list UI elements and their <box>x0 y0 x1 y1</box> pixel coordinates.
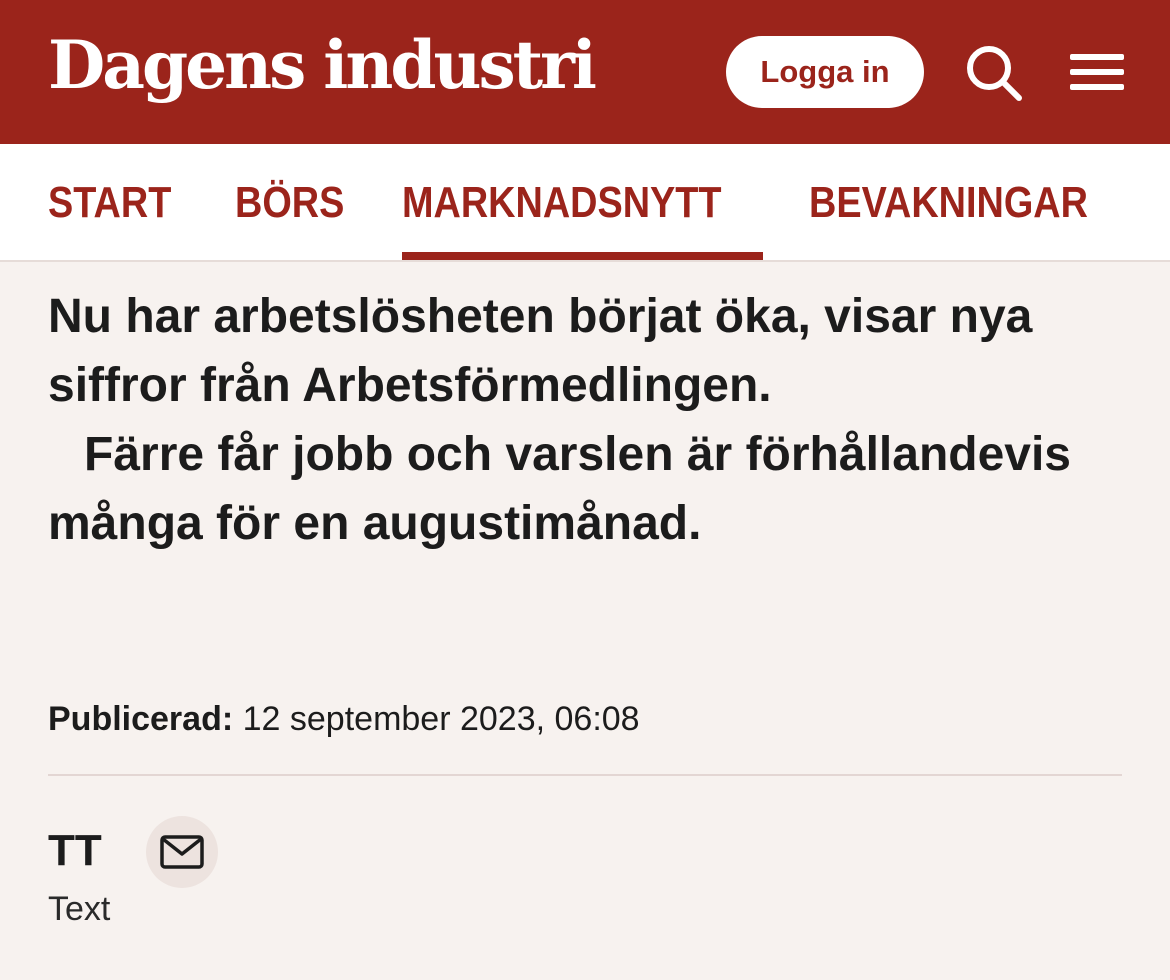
site-header: Dagens industri Logga in <box>0 0 1170 144</box>
headline-part-2: Färre får jobb och varslen är förhålland… <box>48 428 1071 550</box>
article-headline: Nu har arbetslösheten börjat öka, visar … <box>48 282 1128 558</box>
publish-info: Publicerad: 12 september 2023, 06:08 <box>48 700 640 739</box>
nav-item-start[interactable]: START <box>48 144 171 262</box>
hamburger-menu-icon[interactable] <box>1070 50 1124 94</box>
nav-item-marknadsnytt[interactable]: MARKNADSNYTT <box>402 144 722 262</box>
divider <box>48 774 1122 776</box>
site-logo[interactable]: Dagens industri <box>48 20 597 110</box>
author-name[interactable]: TT <box>48 826 102 876</box>
author-role: Text <box>48 890 111 928</box>
published-date: 12 september 2023, 06:08 <box>242 700 640 738</box>
login-button[interactable]: Logga in <box>726 36 924 108</box>
published-label: Publicerad: <box>48 700 234 738</box>
headline-part-1: Nu har arbetslösheten börjat öka, visar … <box>48 290 1033 412</box>
mail-author-button[interactable] <box>146 816 218 888</box>
search-icon[interactable] <box>964 43 1024 103</box>
nav-item-bevakningar[interactable]: BEVAKNINGAR <box>809 144 1088 262</box>
mail-icon <box>160 835 204 869</box>
nav-item-bors[interactable]: BÖRS <box>235 144 344 262</box>
section-nav: START BÖRS MARKNADSNYTT BEVAKNINGAR <box>0 144 1170 262</box>
active-tab-indicator <box>402 252 763 260</box>
